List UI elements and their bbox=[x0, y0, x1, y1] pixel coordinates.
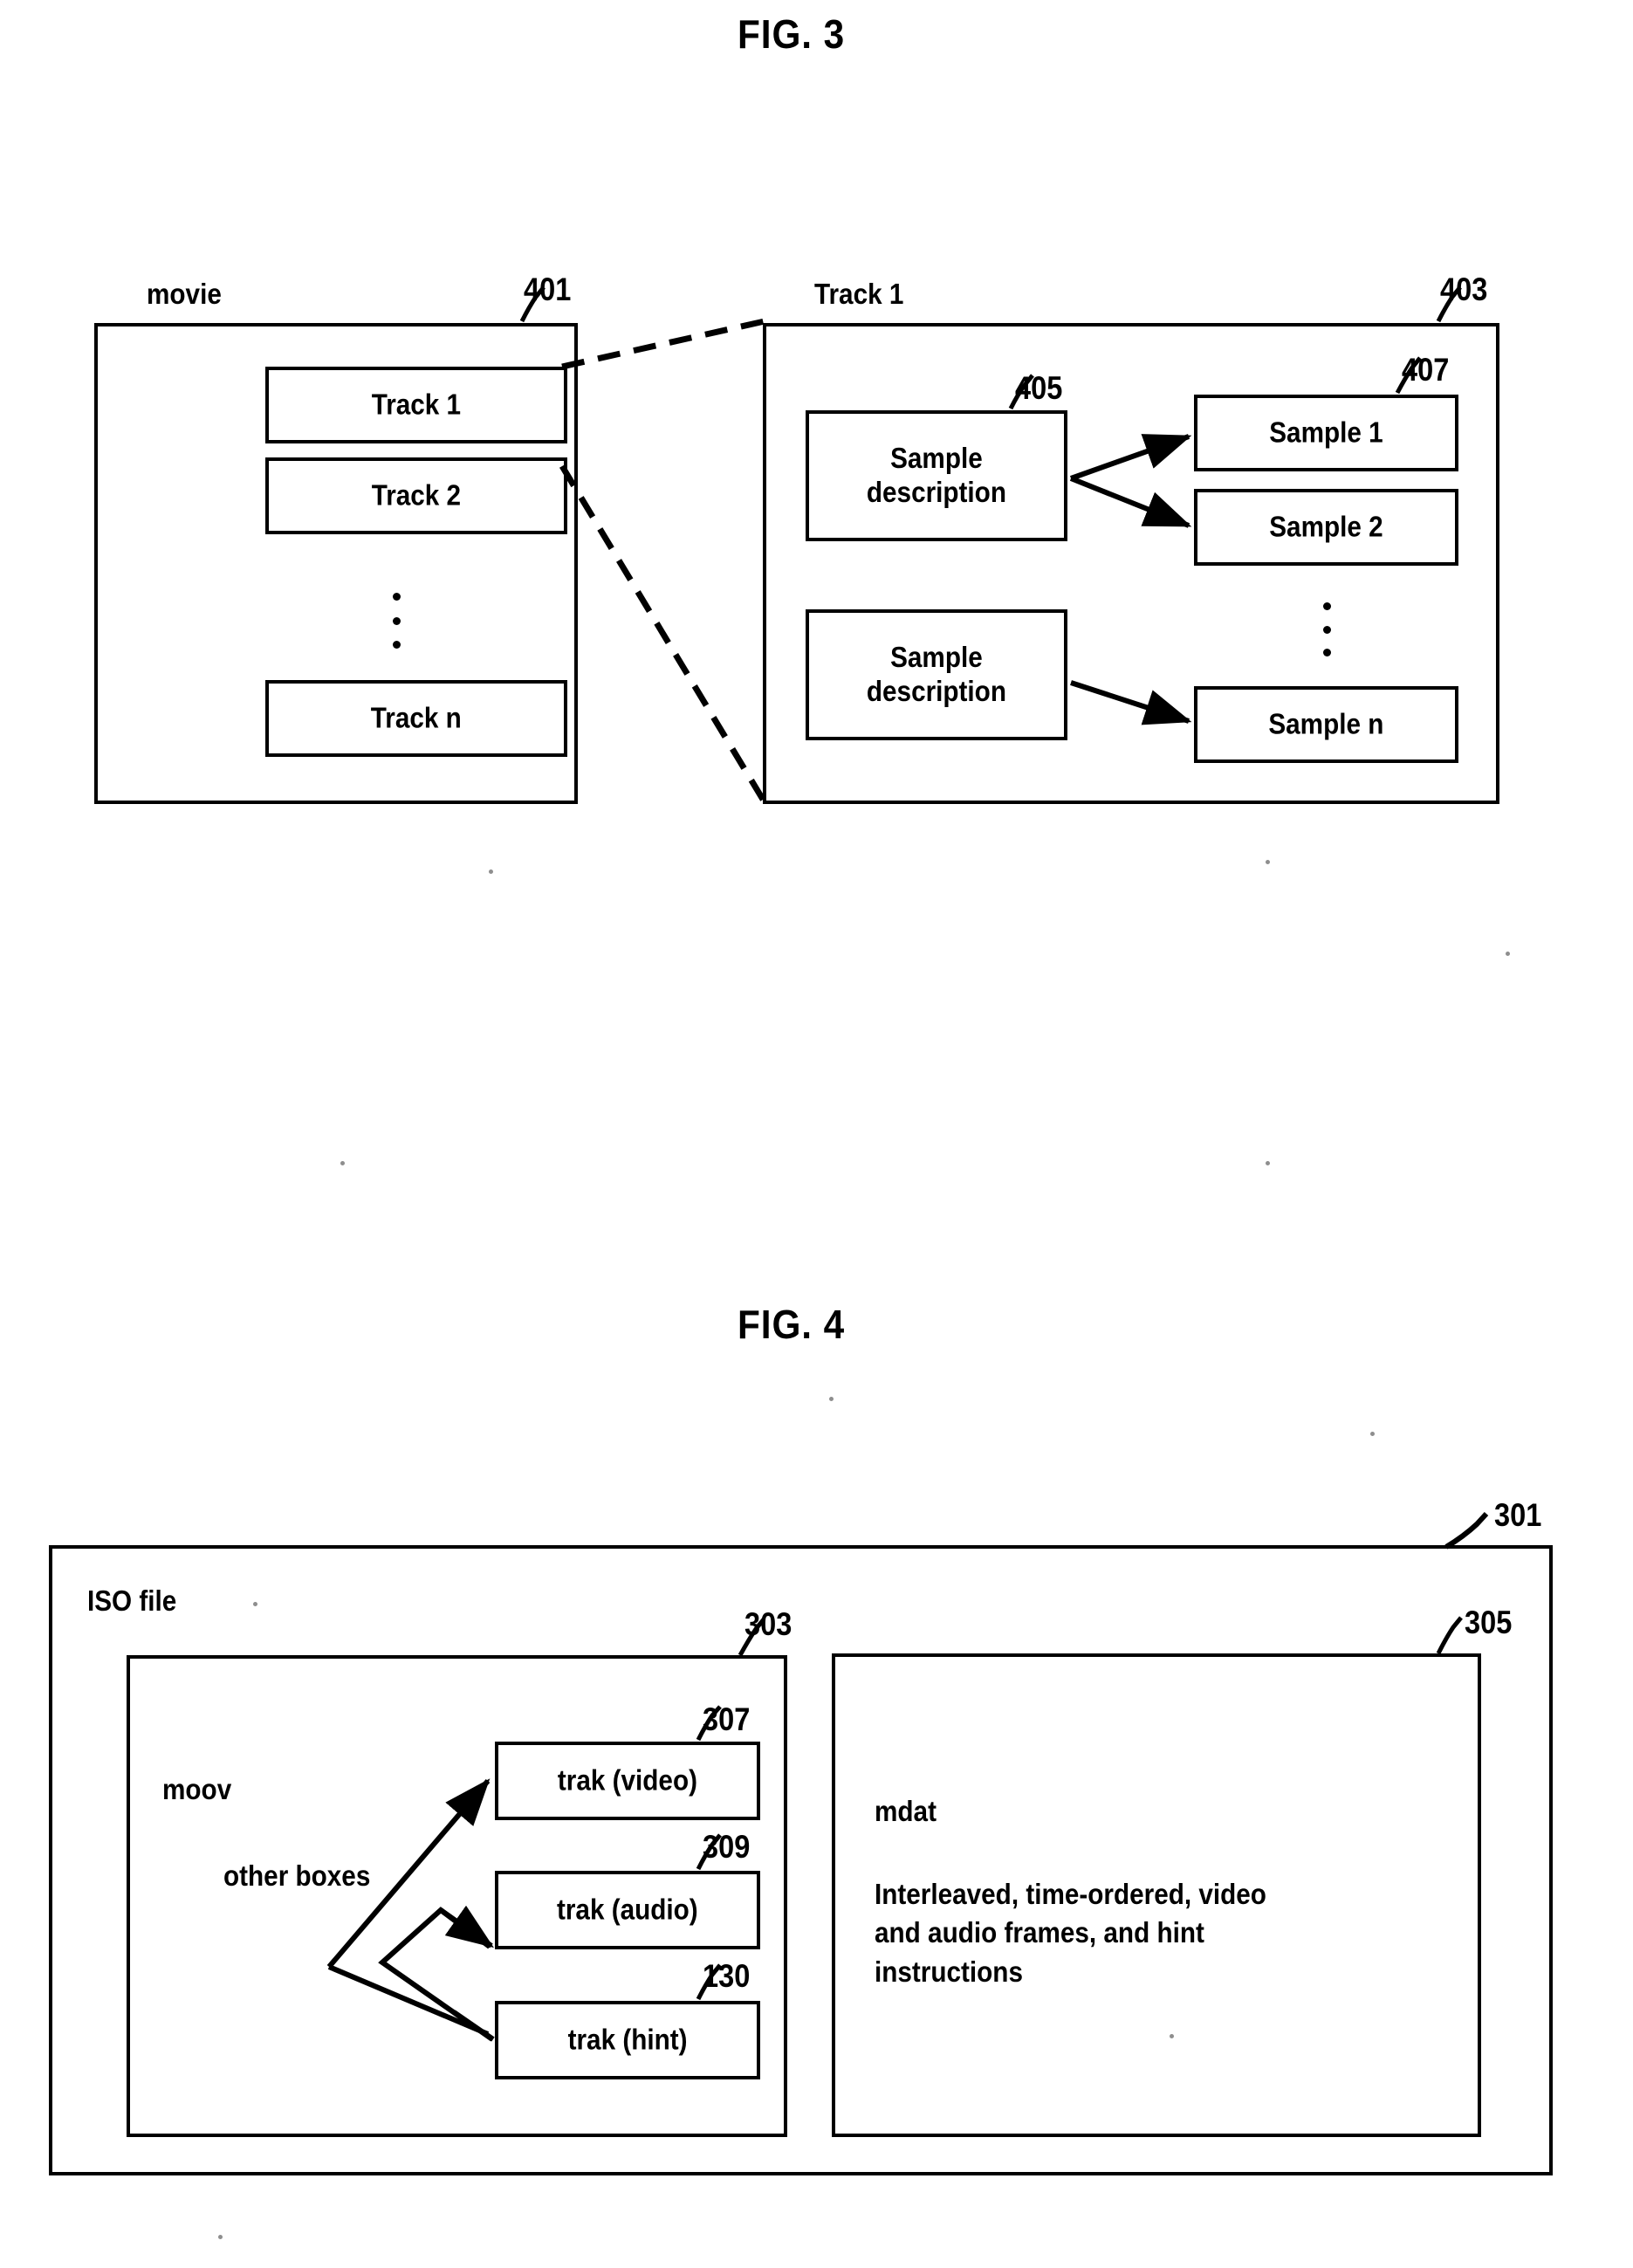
sample-box-2-label: Sample 2 bbox=[1269, 510, 1383, 543]
mdat-label: mdat bbox=[875, 1794, 937, 1827]
trak-audio-box[interactable]: trak (audio) bbox=[495, 1871, 760, 1949]
ref-307: 307 bbox=[703, 1701, 751, 1737]
ref-309: 309 bbox=[703, 1829, 751, 1865]
scan-speck bbox=[253, 1602, 257, 1606]
ref-303: 303 bbox=[744, 1606, 792, 1642]
scan-speck bbox=[1370, 1432, 1375, 1436]
ref-401: 401 bbox=[524, 271, 572, 307]
track-panel-caption: Track 1 bbox=[814, 278, 904, 310]
patent-drawing-sheet: FIG. 3 movie 401 Track 1 Track 2 Track n… bbox=[0, 0, 1633, 2268]
track-box-n-label: Track n bbox=[370, 701, 463, 734]
samples-vertical-ellipsis-icon bbox=[1322, 602, 1331, 656]
trak-video-label: trak (video) bbox=[557, 1763, 698, 1797]
ref-407: 407 bbox=[1402, 352, 1450, 388]
figure-4-title: FIG. 4 bbox=[738, 1302, 846, 1347]
sample-box-n-label: Sample n bbox=[1268, 707, 1384, 740]
expansion-callout-bottom bbox=[559, 464, 767, 804]
sample-box-2[interactable]: Sample 2 bbox=[1194, 489, 1458, 566]
sample-box-1-label: Sample 1 bbox=[1269, 416, 1383, 449]
ref-301: 301 bbox=[1494, 1497, 1542, 1533]
mdat-description: Interleaved, time-ordered, video and aud… bbox=[875, 1877, 1266, 1988]
leader-301 bbox=[1444, 1511, 1489, 1550]
scan-speck bbox=[218, 2235, 223, 2239]
ref-305: 305 bbox=[1465, 1605, 1513, 1640]
track-box-2-label: Track 2 bbox=[371, 478, 462, 512]
sample-description-box-1[interactable]: Sample description bbox=[806, 410, 1067, 541]
sample-description-box-2[interactable]: Sample description bbox=[806, 609, 1067, 740]
ref-405: 405 bbox=[1015, 370, 1063, 406]
trak-audio-label: trak (audio) bbox=[557, 1893, 698, 1926]
movie-panel-caption: movie bbox=[147, 278, 222, 310]
expansion-callout-top bbox=[561, 318, 765, 370]
iso-file-caption: ISO file bbox=[87, 1584, 177, 1617]
track-box-1-label: Track 1 bbox=[371, 388, 462, 421]
sample-box-n[interactable]: Sample n bbox=[1194, 686, 1458, 763]
figure-3-title: FIG. 3 bbox=[738, 11, 846, 57]
track-box-n[interactable]: Track n bbox=[265, 680, 567, 757]
scan-speck bbox=[1266, 860, 1270, 864]
track-box-1[interactable]: Track 1 bbox=[265, 367, 567, 443]
sample-description-box-1-label: Sample description bbox=[866, 442, 1007, 508]
trak-hint-label: trak (hint) bbox=[567, 2023, 688, 2056]
scan-speck bbox=[489, 869, 493, 874]
trak-hint-box[interactable]: trak (hint) bbox=[495, 2001, 760, 2079]
ref-130: 130 bbox=[703, 1958, 751, 1994]
moov-label: moov other boxes bbox=[162, 1772, 371, 1892]
movie-tracks-vertical-ellipsis-icon bbox=[392, 593, 401, 649]
scan-speck bbox=[340, 1161, 345, 1165]
track-box-2[interactable]: Track 2 bbox=[265, 457, 567, 534]
scan-speck bbox=[1506, 952, 1510, 956]
sample-box-1[interactable]: Sample 1 bbox=[1194, 395, 1458, 471]
scan-speck bbox=[829, 1397, 834, 1401]
trak-video-box[interactable]: trak (video) bbox=[495, 1742, 760, 1820]
scan-speck bbox=[1170, 2034, 1174, 2038]
sample-description-box-2-label: Sample description bbox=[866, 641, 1007, 707]
ref-403: 403 bbox=[1440, 271, 1488, 307]
scan-speck bbox=[1266, 1161, 1270, 1165]
